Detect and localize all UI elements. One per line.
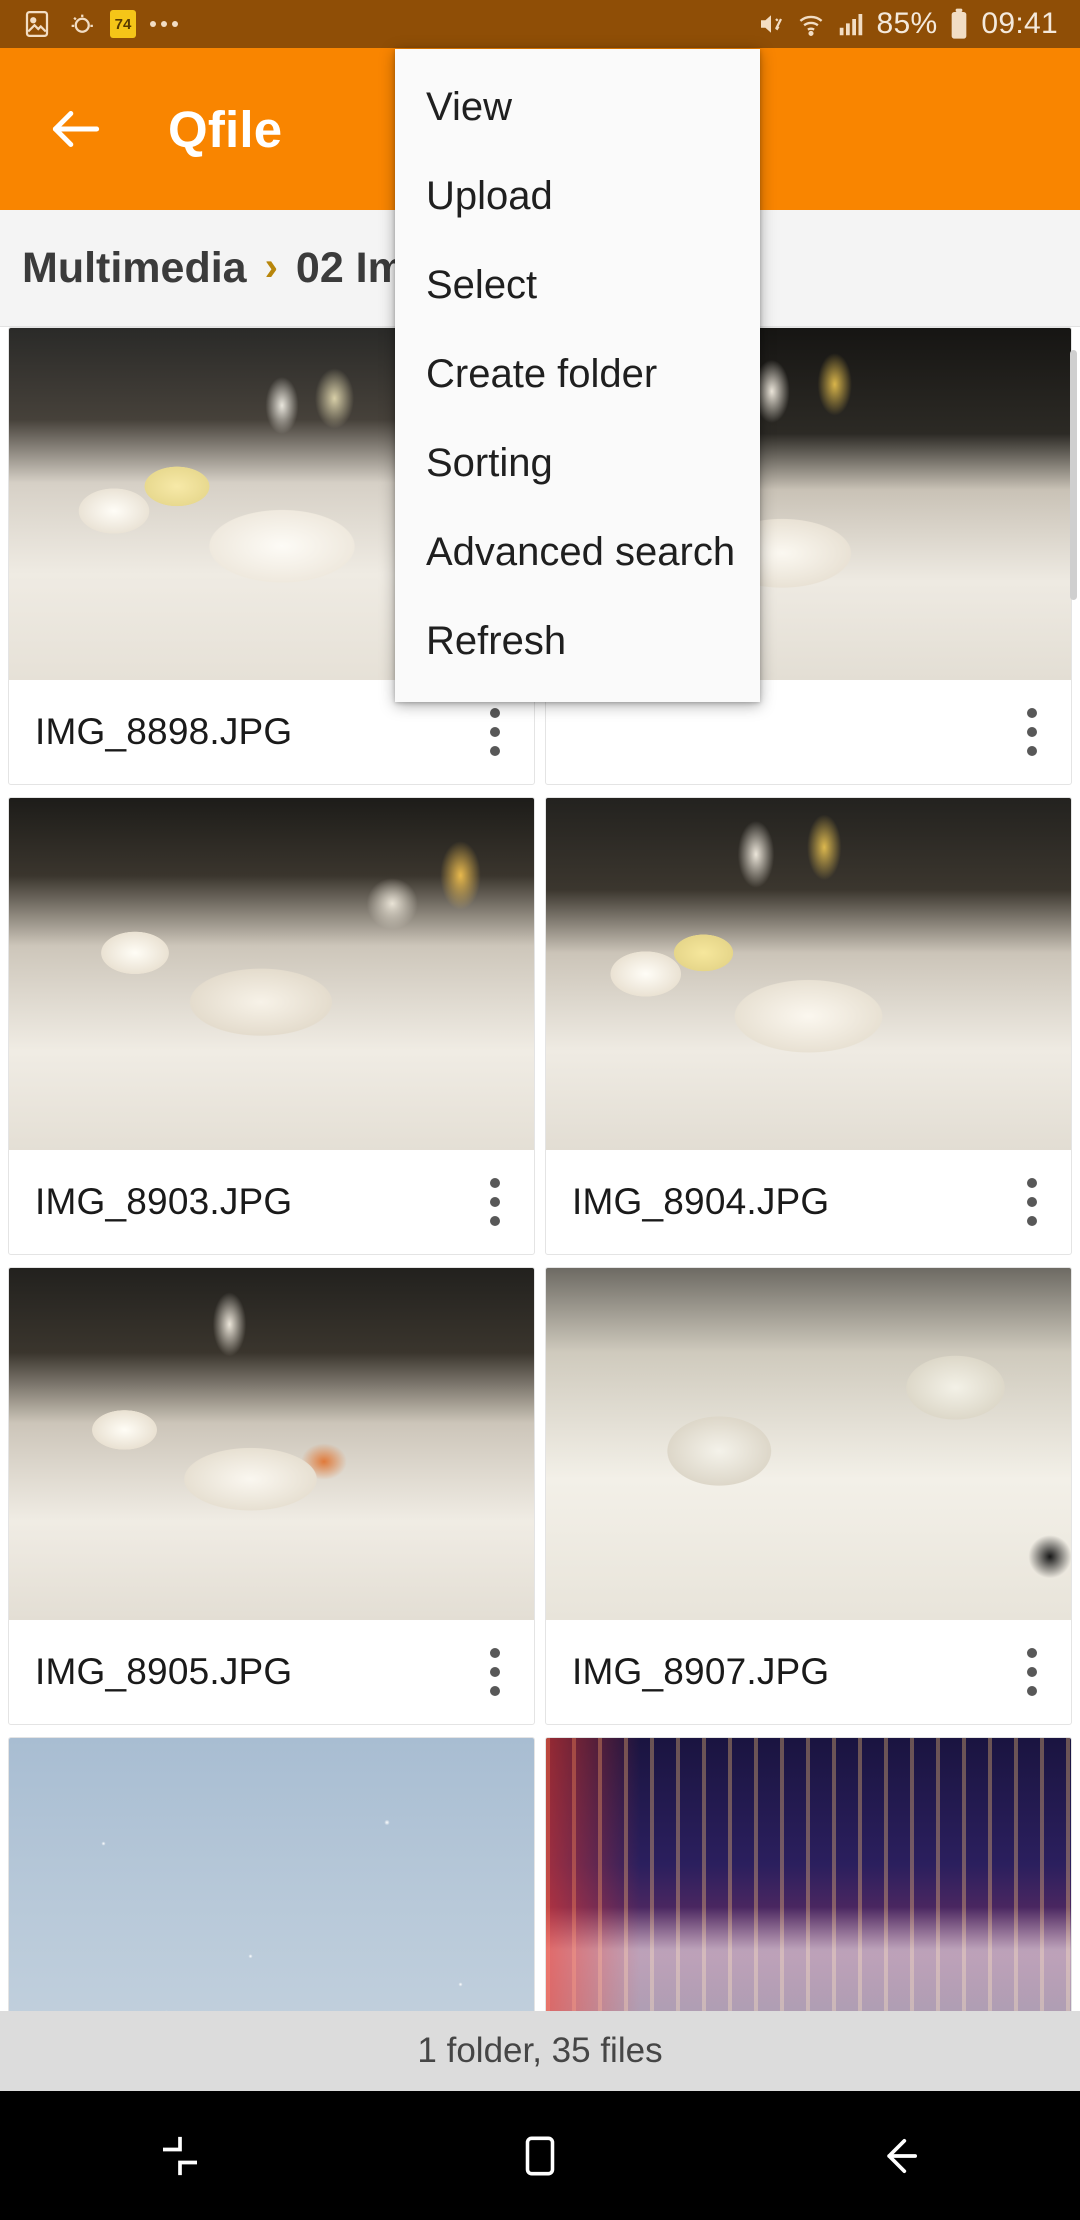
menu-item-view[interactable]: View	[395, 63, 760, 152]
file-card[interactable]: IMG_8903.JPG	[8, 797, 535, 1255]
kebab-icon[interactable]	[480, 700, 510, 764]
calendar-icon: 74	[110, 10, 136, 38]
kebab-icon[interactable]	[1017, 700, 1047, 764]
file-thumbnail[interactable]	[546, 798, 1071, 1150]
more-icon	[150, 21, 178, 27]
file-thumbnail[interactable]	[9, 798, 534, 1150]
file-card[interactable]	[545, 1737, 1072, 2011]
kebab-icon[interactable]	[1017, 1640, 1047, 1704]
file-card-footer: IMG_8904.JPG	[546, 1150, 1071, 1254]
menu-item-refresh[interactable]: Refresh	[395, 597, 760, 686]
file-name: IMG_8904.JPG	[572, 1181, 830, 1222]
menu-item-create-folder[interactable]: Create folder	[395, 330, 760, 419]
file-card[interactable]: IMG_8904.JPG	[545, 797, 1072, 1255]
file-name: IMG_8905.JPG	[35, 1651, 293, 1692]
menu-item-sorting[interactable]: Sorting	[395, 419, 760, 508]
breadcrumb-root[interactable]: Multimedia	[22, 244, 247, 293]
page-title: Qfile	[168, 100, 283, 158]
wifi-icon	[796, 9, 826, 39]
file-card[interactable]: IMG_8907.JPG	[545, 1267, 1072, 1725]
status-bar-left: 74	[22, 9, 178, 39]
chevron-right-icon: ›	[264, 244, 278, 289]
file-name: IMG_8907.JPG	[572, 1651, 830, 1692]
file-name: IMG_8898.JPG	[35, 711, 293, 752]
image-icon	[22, 9, 52, 39]
file-card[interactable]: IMG_8905.JPG	[8, 1267, 535, 1725]
battery-icon	[947, 8, 971, 40]
grid-row: IMG_8903.JPG IMG_8904.JPG	[0, 797, 1080, 1255]
menu-item-select[interactable]: Select	[395, 241, 760, 330]
back-icon[interactable]	[820, 2091, 980, 2220]
signal-icon	[836, 9, 866, 39]
back-arrow-icon[interactable]	[28, 81, 124, 177]
scrollbar[interactable]	[1070, 350, 1077, 600]
overflow-menu[interactable]: View Upload Select Create folder Sorting…	[395, 49, 760, 702]
kebab-icon[interactable]	[480, 1170, 510, 1234]
file-thumbnail[interactable]	[9, 1738, 534, 2011]
file-name: IMG_8903.JPG	[35, 1181, 293, 1222]
file-thumbnail[interactable]	[546, 1268, 1071, 1620]
grid-row: IMG_8905.JPG IMG_8907.JPG	[0, 1267, 1080, 1725]
kebab-icon[interactable]	[1017, 1170, 1047, 1234]
grid-row	[0, 1737, 1080, 2011]
file-count-bar: 1 folder, 35 files	[0, 2011, 1080, 2091]
android-nav-bar	[0, 2091, 1080, 2220]
file-card-footer: IMG_8905.JPG	[9, 1620, 534, 1724]
status-bar-right: 85% 09:41	[756, 7, 1058, 41]
battery-percent-label: 85%	[876, 7, 938, 40]
home-icon[interactable]	[460, 2091, 620, 2220]
menu-item-upload[interactable]: Upload	[395, 152, 760, 241]
mute-icon	[756, 9, 786, 39]
menu-item-advanced-search[interactable]: Advanced search	[395, 508, 760, 597]
kebab-icon[interactable]	[480, 1640, 510, 1704]
file-card-footer: IMG_8907.JPG	[546, 1620, 1071, 1724]
recents-icon[interactable]	[100, 2091, 260, 2220]
file-card[interactable]	[8, 1737, 535, 2011]
clock-label: 09:41	[981, 7, 1058, 40]
file-thumbnail[interactable]	[9, 1268, 534, 1620]
file-card-footer: IMG_8903.JPG	[9, 1150, 534, 1254]
weather-icon	[66, 9, 96, 39]
file-count-label: 1 folder, 35 files	[417, 2031, 663, 2070]
file-thumbnail[interactable]	[546, 1738, 1071, 2011]
status-bar: 74 85% 09:41	[0, 0, 1080, 48]
